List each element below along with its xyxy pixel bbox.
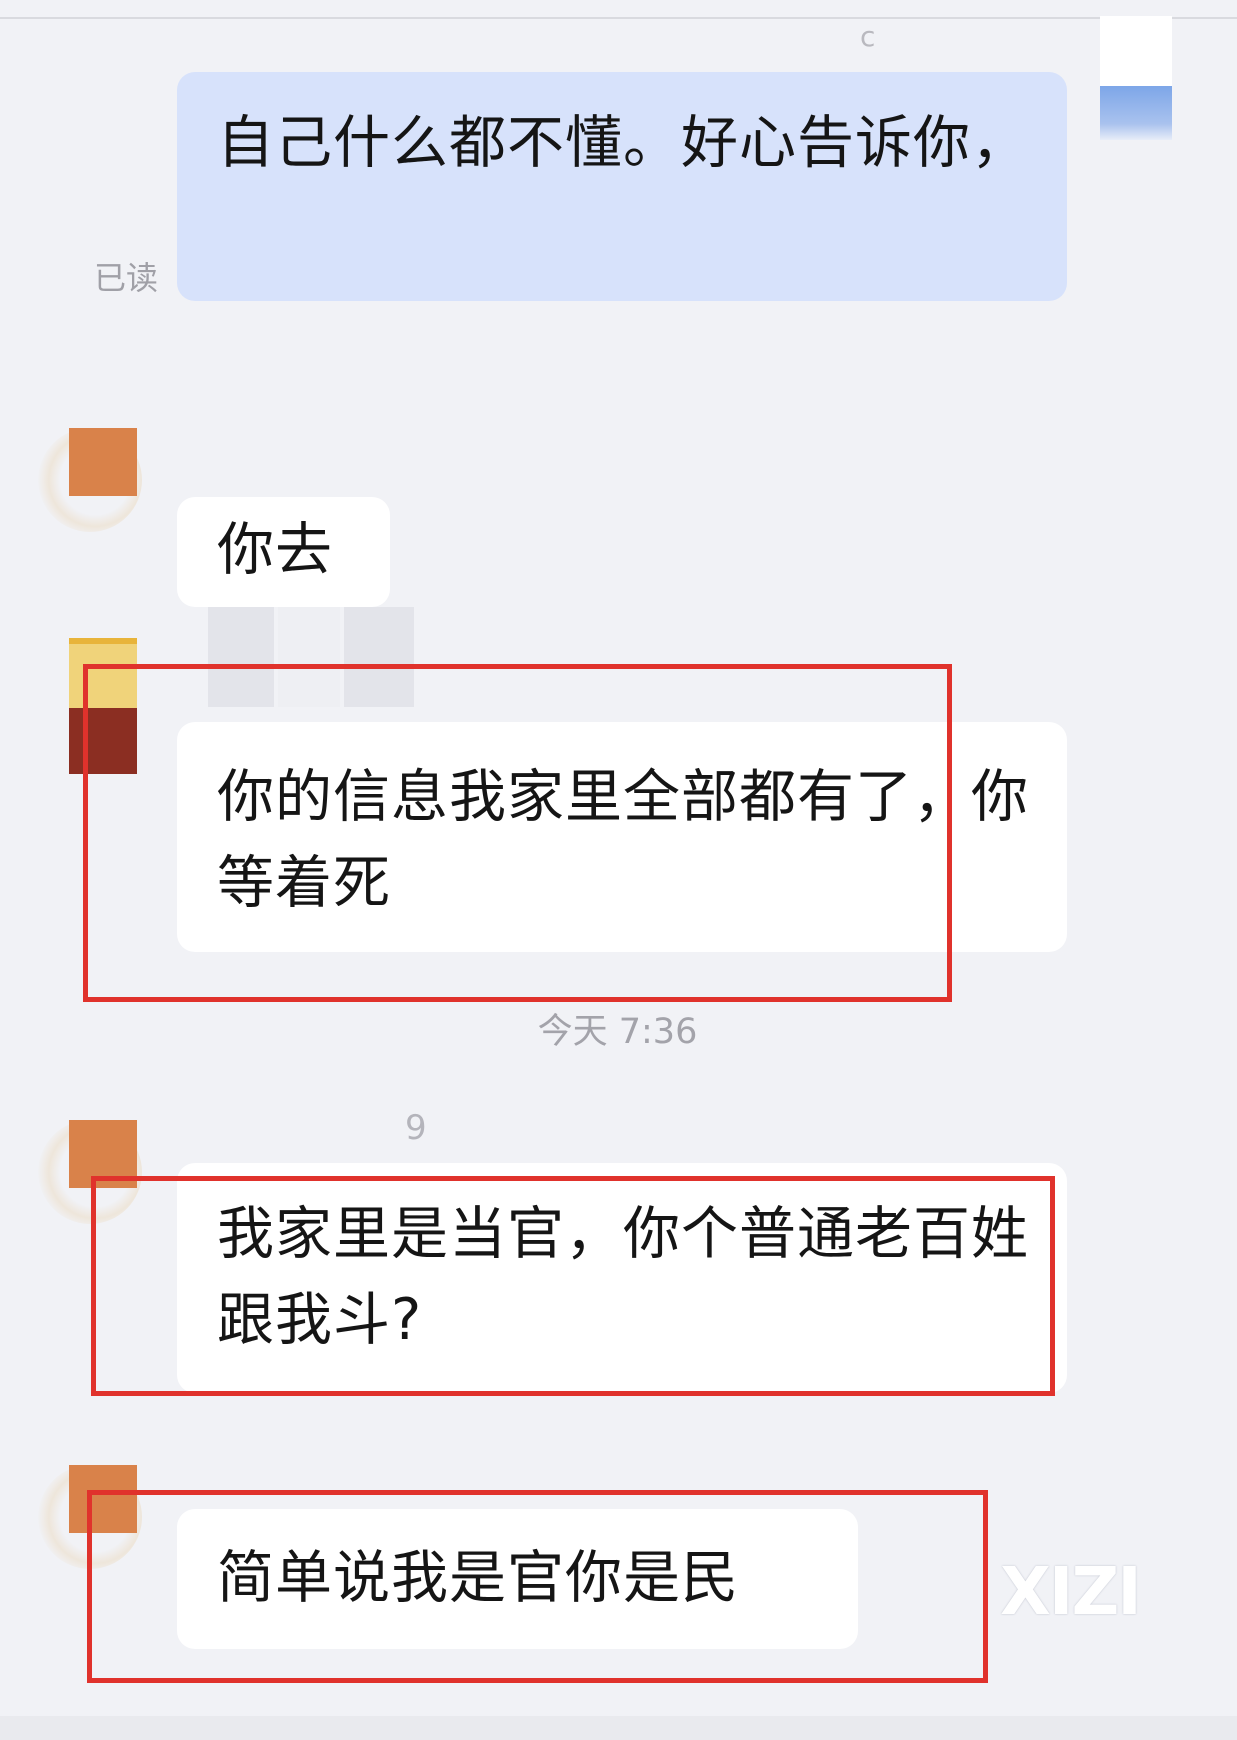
highlight-box xyxy=(91,1176,1055,1396)
avatar-image xyxy=(69,428,137,496)
nickname-fragment: 9 xyxy=(405,1108,427,1148)
bottom-strip xyxy=(0,1716,1237,1740)
read-status: 已读 xyxy=(94,259,159,297)
highlight-box xyxy=(87,1490,988,1683)
chat-partner-name: c xyxy=(860,20,876,53)
watermark-logo: XIZI xyxy=(1000,1553,1142,1630)
avatar-image-top xyxy=(1100,16,1172,86)
avatar-image-bottom xyxy=(1100,86,1172,140)
sender-avatar[interactable] xyxy=(38,428,142,538)
top-divider xyxy=(0,17,1237,19)
time-separator: 今天 7:36 xyxy=(0,1010,1237,1054)
self-avatar[interactable] xyxy=(1100,16,1172,140)
message-text: 你去 xyxy=(217,517,333,583)
highlight-box xyxy=(83,664,952,1002)
time-separator-text: 今天 7:36 xyxy=(537,1012,698,1052)
message-bubble-outgoing[interactable]: 自己什么都不懂。好心告诉你， xyxy=(177,72,1067,301)
message-text: 自己什么都不懂。好心告诉你， xyxy=(217,110,1029,176)
message-bubble-incoming[interactable]: 你去 xyxy=(177,497,390,607)
